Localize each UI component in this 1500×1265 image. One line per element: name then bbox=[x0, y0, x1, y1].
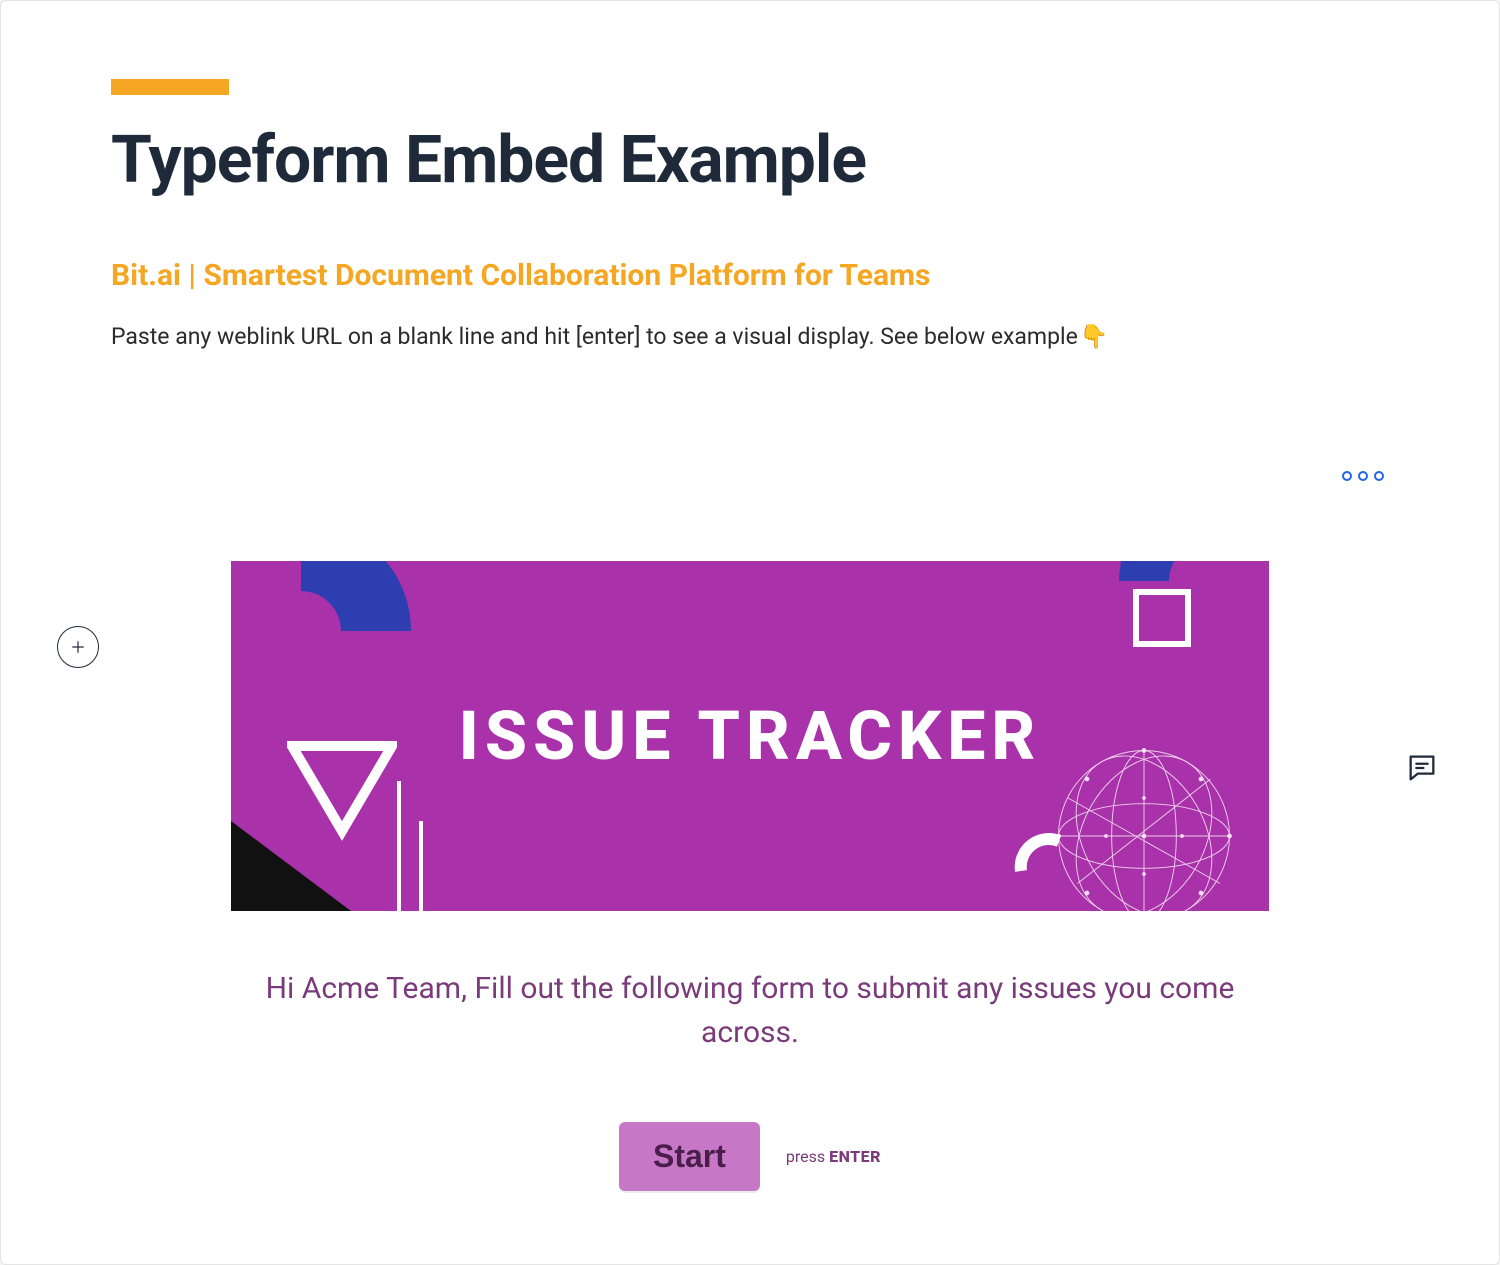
instruction-text-body: Paste any weblink URL on a blank line an… bbox=[111, 321, 1078, 353]
ellipsis-icon bbox=[1374, 471, 1384, 481]
plus-icon bbox=[69, 638, 87, 656]
form-banner: ISSUE TRACKER bbox=[231, 561, 1269, 911]
ellipsis-icon bbox=[1342, 471, 1352, 481]
instruction-text: Paste any weblink URL on a blank line an… bbox=[111, 321, 1389, 353]
pointing-down-icon: 👇 bbox=[1080, 321, 1109, 353]
embed-options-button[interactable] bbox=[1342, 471, 1384, 481]
form-intro-text: Hi Acme Team, Fill out the following for… bbox=[231, 967, 1269, 1054]
form-banner-title: ISSUE TRACKER bbox=[231, 561, 1269, 911]
press-enter-key: ENTER bbox=[829, 1147, 881, 1166]
chat-icon bbox=[1405, 751, 1439, 785]
ellipsis-icon bbox=[1358, 471, 1368, 481]
document-content: Typeform Embed Example Bit.ai | Smartest… bbox=[111, 79, 1389, 353]
press-enter-hint: press ENTER bbox=[786, 1147, 881, 1166]
comment-button[interactable] bbox=[1405, 751, 1439, 785]
add-block-button[interactable] bbox=[57, 626, 99, 668]
page-subtitle: Bit.ai | Smartest Document Collaboration… bbox=[111, 258, 1389, 293]
start-button[interactable]: Start bbox=[619, 1122, 760, 1191]
document-frame: Typeform Embed Example Bit.ai | Smartest… bbox=[0, 0, 1500, 1265]
press-enter-prefix: press bbox=[786, 1147, 829, 1166]
page-title: Typeform Embed Example bbox=[111, 125, 1389, 198]
start-row: Start press ENTER bbox=[231, 1122, 1269, 1191]
typeform-embed: ISSUE TRACKER Hi Acme Team, Fill out the… bbox=[231, 561, 1269, 1191]
accent-bar bbox=[111, 79, 229, 95]
